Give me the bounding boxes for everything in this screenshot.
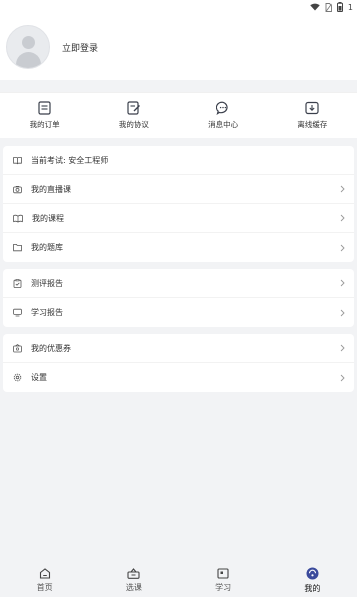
question-bank-label: 我的题库 (31, 243, 63, 252)
coupons-label: 我的优惠券 (31, 343, 71, 353)
profile-header: 立即登录 (0, 14, 357, 80)
menu-group-reports: 测评报告 学习报告 (3, 269, 354, 327)
monitor-icon (13, 308, 22, 317)
current-exam-prefix: 当前考试: (31, 155, 66, 165)
live-course-row[interactable]: 我的直播课 (3, 175, 354, 204)
coupon-icon (13, 343, 22, 352)
gear-icon (13, 373, 22, 382)
offline-cache-button[interactable]: 离线缓存 (268, 93, 357, 138)
evaluation-report-row[interactable]: 测评报告 (3, 269, 354, 298)
study-icon (217, 568, 229, 579)
question-bank-row[interactable]: 我的题库 (3, 233, 354, 262)
message-icon (216, 101, 228, 115)
tab-home-label: 首页 (36, 583, 53, 592)
camera-icon (13, 185, 22, 193)
offline-cache-label: 离线缓存 (297, 120, 328, 129)
order-icon (38, 101, 51, 115)
current-exam-label: 当前考试: 安全工程师 (31, 155, 345, 166)
status-bar: 1 (0, 0, 357, 14)
quick-actions: 我的订单 我的协议 消息中心 离线缓存 (0, 92, 357, 138)
study-report-row[interactable]: 学习报告 (3, 298, 354, 327)
book-icon (13, 156, 22, 164)
basket-icon (127, 568, 140, 579)
message-center-label: 消息中心 (208, 120, 239, 129)
message-center-button[interactable]: 消息中心 (179, 93, 268, 138)
chevron-right-icon (340, 214, 345, 222)
tab-study-label: 学习 (215, 583, 232, 592)
tab-home[interactable]: 首页 (0, 564, 89, 597)
tab-mine-label: 我的 (304, 584, 321, 593)
download-icon (305, 101, 319, 115)
profile-icon (306, 567, 319, 580)
my-course-label: 我的课程 (32, 213, 64, 223)
login-link[interactable]: 立即登录 (62, 41, 98, 54)
chevron-right-icon (340, 279, 345, 287)
tab-courses[interactable]: 选课 (89, 564, 178, 597)
settings-row[interactable]: 设置 (3, 363, 354, 392)
settings-label: 设置 (31, 373, 47, 382)
home-icon (39, 568, 50, 579)
my-course-row[interactable]: 我的课程 (3, 204, 354, 233)
no-sim-icon (325, 2, 332, 12)
my-agreements-label: 我的协议 (118, 120, 149, 129)
study-report-label: 学习报告 (31, 308, 63, 317)
agreement-icon (127, 101, 140, 115)
menu-group-account: 我的优惠券 设置 (3, 334, 354, 392)
my-agreements-button[interactable]: 我的协议 (89, 93, 178, 138)
folder-icon (13, 244, 22, 252)
tab-mine[interactable]: 我的 (268, 564, 357, 597)
battery-icon (336, 2, 343, 12)
menu-group-courses: 当前考试: 安全工程师 我的直播课 我的课程 我的题库 (3, 146, 354, 262)
live-course-label: 我的直播课 (31, 184, 71, 194)
evaluation-report-label: 测评报告 (31, 278, 63, 288)
current-exam-row[interactable]: 当前考试: 安全工程师 (3, 146, 354, 175)
clipboard-icon (13, 278, 22, 288)
avatar[interactable] (6, 25, 50, 69)
open-book-icon (13, 214, 23, 222)
current-exam-value: 安全工程师 (68, 155, 109, 165)
chevron-right-icon (340, 309, 345, 316)
chevron-right-icon (340, 374, 345, 381)
tab-courses-label: 选课 (125, 583, 142, 592)
coupons-row[interactable]: 我的优惠券 (3, 334, 354, 363)
wifi-icon (310, 3, 320, 11)
bottom-tab-bar: 首页 选课 学习 我的 (0, 564, 357, 597)
chevron-right-icon (340, 185, 345, 193)
tab-study[interactable]: 学习 (179, 564, 268, 597)
chevron-right-icon (340, 244, 345, 251)
battery-level: 1 (347, 2, 353, 12)
my-orders-label: 我的订单 (29, 120, 60, 129)
my-orders-button[interactable]: 我的订单 (0, 93, 89, 138)
chevron-right-icon (340, 344, 345, 352)
